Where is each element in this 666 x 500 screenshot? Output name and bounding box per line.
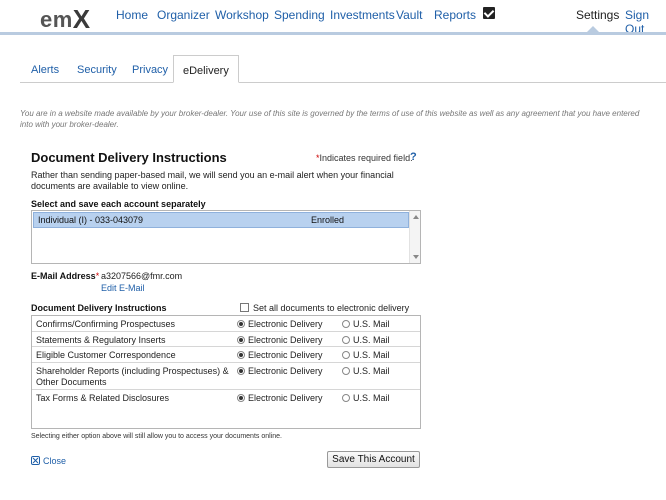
electronic-radio[interactable] [237, 367, 245, 375]
electronic-label[interactable]: Electronic Delivery [248, 366, 323, 376]
electronic-radio[interactable] [237, 351, 245, 359]
account-list-scrollbar[interactable] [409, 211, 420, 263]
page-title: Document Delivery Instructions [31, 150, 227, 165]
email-value: a3207566@fmr.com [101, 271, 183, 281]
settings-tabs: Alerts Security Privacy eDelivery [20, 55, 666, 83]
set-all-electronic-label[interactable]: Set all documents to electronic delivery [253, 303, 409, 313]
mail-label[interactable]: U.S. Mail [353, 350, 390, 360]
document-type: Eligible Customer Correspondence [36, 350, 176, 360]
top-nav: emX Home Organizer Workshop Spending Inv… [0, 0, 666, 36]
electronic-radio[interactable] [237, 394, 245, 402]
intro-text: Rather than sending paper-based mail, we… [31, 170, 394, 191]
delivery-row: Tax Forms & Related Disclosures Electron… [32, 390, 420, 428]
help-icon[interactable]: ? [410, 151, 417, 163]
nav-divider [0, 32, 666, 35]
nav-home[interactable]: Home [116, 8, 148, 22]
nav-investments[interactable]: Investments [330, 8, 395, 22]
required-note: *Indicates required field. [316, 153, 413, 163]
electronic-radio[interactable] [237, 336, 245, 344]
email-label-text: E-Mail Address [31, 271, 96, 281]
scroll-up-icon[interactable] [413, 215, 419, 219]
mail-radio[interactable] [342, 336, 350, 344]
nav-settings[interactable]: Settings [576, 8, 619, 22]
close-icon[interactable] [31, 456, 40, 465]
emx-logo[interactable]: emX [40, 3, 91, 34]
nav-spending[interactable]: Spending [274, 8, 325, 22]
mail-radio[interactable] [342, 351, 350, 359]
save-account-button[interactable]: Save This Account [327, 451, 420, 468]
delivery-footnote: Selecting either option above will still… [31, 433, 282, 440]
checkbox-icon[interactable] [483, 7, 495, 19]
delivery-row: Statements & Regulatory Inserts Electron… [32, 332, 420, 347]
document-type: Tax Forms & Related Disclosures [36, 393, 170, 403]
account-row[interactable]: Individual (I) - 033-043079 Enrolled [33, 212, 409, 228]
electronic-radio[interactable] [237, 320, 245, 328]
mail-label[interactable]: U.S. Mail [353, 393, 390, 403]
account-list-heading: Select and save each account separately [31, 199, 206, 209]
delivery-row: Eligible Customer Correspondence Electro… [32, 347, 420, 363]
nav-workshop[interactable]: Workshop [215, 8, 269, 22]
nav-reports[interactable]: Reports [434, 8, 476, 22]
document-type: Confirms/Confirming Prospectuses [36, 319, 176, 329]
document-type: Statements & Regulatory Inserts [36, 335, 166, 345]
nav-organizer[interactable]: Organizer [157, 8, 210, 22]
electronic-label[interactable]: Electronic Delivery [248, 393, 323, 403]
scroll-down-icon[interactable] [413, 255, 419, 259]
electronic-label[interactable]: Electronic Delivery [248, 319, 323, 329]
nav-vault[interactable]: Vault [396, 8, 422, 22]
close-link[interactable]: Close [43, 456, 66, 466]
mail-radio[interactable] [342, 320, 350, 328]
account-name: Individual (I) - 033-043079 [38, 215, 144, 225]
tab-alerts[interactable]: Alerts [31, 64, 59, 76]
delivery-heading: Document Delivery Instructions [31, 303, 167, 313]
document-type: Shareholder Reports (including Prospectu… [36, 366, 229, 387]
account-list[interactable]: Individual (I) - 033-043079 Enrolled [31, 210, 421, 264]
tab-privacy[interactable]: Privacy [132, 64, 168, 76]
account-status: Enrolled [311, 215, 345, 225]
delivery-row: Shareholder Reports (including Prospectu… [32, 363, 420, 390]
mail-label[interactable]: U.S. Mail [353, 319, 390, 329]
edit-email-link[interactable]: Edit E-Mail [101, 283, 145, 293]
broker-disclaimer: You are in a website made available by y… [20, 109, 640, 129]
logo-text: em [40, 7, 73, 32]
required-text: Indicates required field. [319, 153, 413, 163]
electronic-label[interactable]: Electronic Delivery [248, 350, 323, 360]
mail-radio[interactable] [342, 394, 350, 402]
tab-security[interactable]: Security [77, 64, 117, 76]
mail-radio[interactable] [342, 367, 350, 375]
delivery-row: Confirms/Confirming Prospectuses Electro… [32, 316, 420, 332]
mail-label[interactable]: U.S. Mail [353, 366, 390, 376]
set-all-electronic-checkbox[interactable] [240, 303, 249, 312]
delivery-table: Confirms/Confirming Prospectuses Electro… [31, 315, 421, 429]
electronic-label[interactable]: Electronic Delivery [248, 335, 323, 345]
email-required-star: * [95, 271, 100, 281]
email-label: E-Mail Address* [31, 271, 99, 281]
mail-label[interactable]: U.S. Mail [353, 335, 390, 345]
tab-edelivery[interactable]: eDelivery [173, 55, 239, 83]
logo-x: X [72, 4, 91, 34]
